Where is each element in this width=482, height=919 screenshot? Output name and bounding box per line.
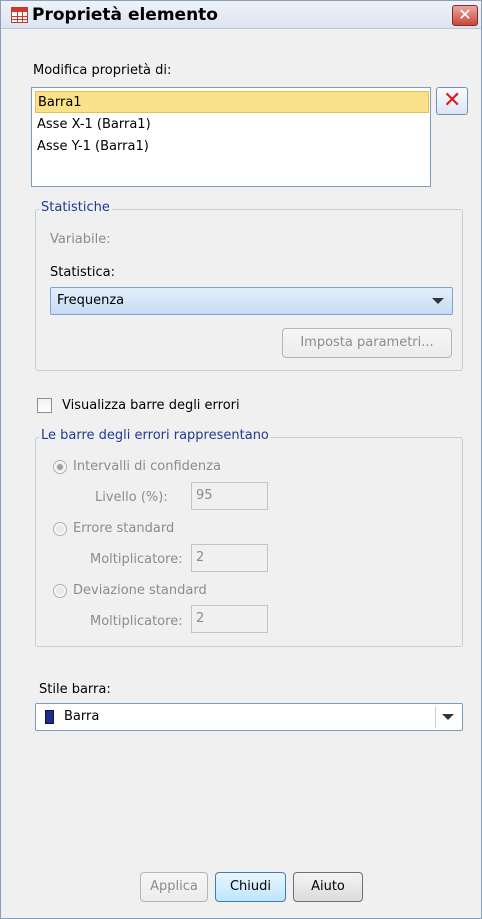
statistic-select[interactable]: Frequenza [50, 287, 453, 315]
title-bar[interactable]: Proprietà elemento ✕ [1, 1, 481, 29]
error-bars-legend: Le barre degli errori rappresentano [39, 428, 271, 443]
se-multiplier-label: Moltiplicatore: [90, 552, 183, 567]
variable-label: Variabile: [50, 232, 111, 247]
help-button[interactable]: Aiuto [293, 872, 363, 902]
statistics-legend: Statistiche [39, 200, 112, 215]
apply-button[interactable]: Applica [140, 872, 208, 902]
sd-multiplier-label: Moltiplicatore: [90, 614, 183, 629]
edit-properties-label: Modifica proprietà di: [33, 63, 172, 78]
standard-error-radio[interactable] [53, 522, 67, 536]
chevron-down-icon [442, 714, 454, 720]
list-item[interactable]: Barra1 [35, 91, 429, 113]
close-icon[interactable]: ✕ [452, 5, 478, 26]
se-multiplier-field[interactable]: 2 [191, 544, 268, 572]
delete-button[interactable]: ✕ [436, 87, 468, 115]
combo-separator [435, 706, 436, 728]
confidence-interval-radio[interactable] [53, 460, 67, 474]
show-error-bars-label: Visualizza barre degli errori [62, 398, 240, 413]
list-item[interactable]: Asse X-1 (Barra1) [35, 114, 429, 136]
standard-deviation-label: Deviazione standard [73, 583, 207, 598]
chevron-down-icon [432, 298, 444, 304]
statistic-value: Frequenza [57, 293, 125, 308]
level-field[interactable]: 95 [191, 482, 268, 510]
standard-error-label: Errore standard [73, 521, 175, 536]
standard-deviation-radio[interactable] [53, 584, 67, 598]
statistic-label: Statistica: [50, 265, 115, 280]
list-item[interactable]: Asse Y-1 (Barra1) [35, 136, 429, 158]
show-error-bars-checkbox[interactable] [37, 398, 52, 413]
confidence-interval-label: Intervalli di confidenza [73, 459, 221, 474]
edit-properties-list[interactable]: Barra1 Asse X-1 (Barra1) Asse Y-1 (Barra… [31, 87, 431, 187]
bar-style-label: Stile barra: [39, 682, 111, 697]
close-button[interactable]: Chiudi [215, 872, 286, 902]
set-parameters-button[interactable]: Imposta parametri... [282, 328, 452, 358]
table-icon [11, 7, 28, 23]
bar-swatch-icon [45, 710, 54, 724]
properties-dialog: Proprietà elemento ✕ Modifica proprietà … [0, 0, 482, 919]
bar-style-select[interactable]: Barra [35, 703, 463, 731]
delete-icon: ✕ [443, 88, 462, 113]
bar-style-value: Barra [64, 709, 100, 724]
level-label: Livello (%): [95, 490, 168, 505]
window-title: Proprietà elemento [32, 5, 218, 25]
sd-multiplier-field[interactable]: 2 [191, 605, 268, 633]
